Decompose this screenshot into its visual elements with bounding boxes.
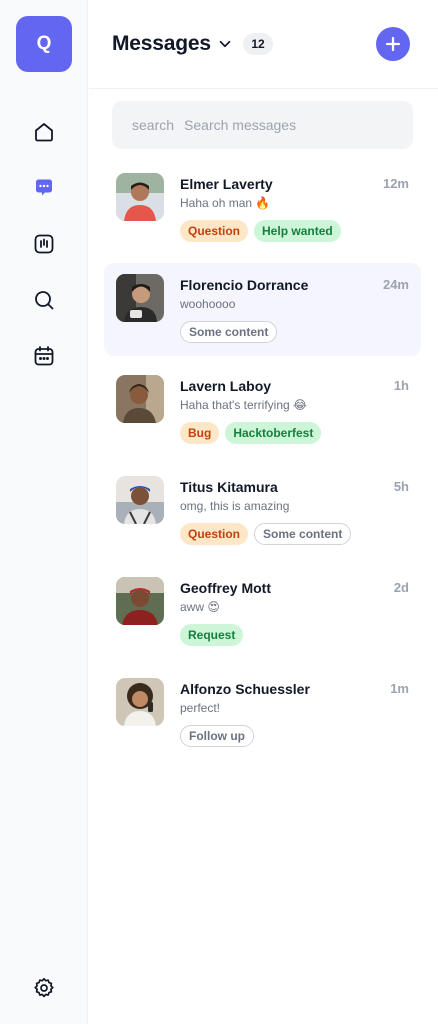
tag-list: Question Help wanted xyxy=(180,220,341,242)
calendar-icon[interactable] xyxy=(30,342,58,370)
timestamp: 1h xyxy=(393,378,409,393)
contact-name: Alfonzo Schuessler xyxy=(180,681,310,697)
conversation-item[interactable]: Elmer Laverty 12m Haha oh man 🔥 Question… xyxy=(104,162,421,255)
message-count-badge: 12 xyxy=(243,33,273,55)
contact-name: Titus Kitamura xyxy=(180,479,278,495)
tag-badge[interactable]: Question xyxy=(180,220,249,242)
contact-name: Florencio Dorrance xyxy=(180,277,309,293)
conversation-item[interactable]: Geoffrey Mott 2d aww 😍 Request xyxy=(104,566,421,659)
contact-name: Elmer Laverty xyxy=(180,176,273,192)
voice-icon[interactable] xyxy=(30,230,58,258)
home-icon[interactable] xyxy=(30,118,58,146)
tag-badge[interactable]: Question xyxy=(180,523,249,545)
messages-header: Messages 12 xyxy=(89,0,438,89)
tag-list: Follow up xyxy=(180,725,254,747)
message-preview: aww 😍 xyxy=(180,600,220,614)
timestamp: 24m xyxy=(382,277,409,292)
avatar xyxy=(116,577,164,625)
message-preview: Haha oh man 🔥 xyxy=(180,196,271,210)
avatar xyxy=(116,678,164,726)
tag-badge[interactable]: Help wanted xyxy=(254,220,341,242)
avatar xyxy=(116,274,164,322)
conversation-item[interactable]: Alfonzo Schuessler 1m perfect! Follow up xyxy=(104,667,421,760)
message-preview: Haha that's terrifying 😂 xyxy=(180,398,308,412)
timestamp: 1m xyxy=(390,681,409,696)
app-logo[interactable]: Q xyxy=(16,16,72,72)
timestamp: 2d xyxy=(393,580,409,595)
chevron-down-icon[interactable] xyxy=(216,35,234,53)
tag-badge[interactable]: Some content xyxy=(180,321,278,343)
contact-name: Geoffrey Mott xyxy=(180,580,271,596)
tag-badge[interactable]: Hacktoberfest xyxy=(225,422,322,444)
tag-list: Some content xyxy=(180,321,278,343)
avatar xyxy=(116,476,164,524)
messages-panel: Messages 12 search Search messages Elmer… xyxy=(89,0,438,1024)
messages-icon[interactable] xyxy=(30,174,58,202)
search-bar[interactable]: search xyxy=(112,101,413,149)
conversation-item[interactable]: Lavern Laboy 1h Haha that's terrifying 😂… xyxy=(104,364,421,457)
message-preview: woohoooo xyxy=(180,297,236,311)
page-title: Messages xyxy=(112,32,211,55)
tag-badge[interactable]: Request xyxy=(180,624,244,646)
avatar xyxy=(116,173,164,221)
avatar xyxy=(116,375,164,423)
tag-list: Bug Hacktoberfest xyxy=(180,422,322,444)
search-input[interactable] xyxy=(184,117,385,133)
new-message-button[interactable] xyxy=(376,27,410,61)
conversation-item[interactable]: Titus Kitamura 5h omg, this is amazing Q… xyxy=(104,465,421,558)
contact-name: Lavern Laboy xyxy=(180,378,272,394)
plus-icon xyxy=(385,36,401,52)
timestamp: 12m xyxy=(382,176,409,191)
search-icon[interactable] xyxy=(30,286,58,314)
tag-badge[interactable]: Follow up xyxy=(180,725,254,747)
conversation-item[interactable]: Florencio Dorrance 24m woohoooo Some con… xyxy=(104,263,421,356)
message-preview: omg, this is amazing xyxy=(180,499,290,513)
tag-list: Question Some content xyxy=(180,523,352,545)
timestamp: 5h xyxy=(393,479,409,494)
message-preview: perfect! xyxy=(180,701,221,715)
search-label: search xyxy=(132,117,175,133)
tag-list: Request xyxy=(180,624,244,646)
logo-letter: Q xyxy=(36,33,52,54)
tag-badge[interactable]: Bug xyxy=(180,422,220,444)
tag-badge[interactable]: Some content xyxy=(254,523,352,545)
gear-icon[interactable] xyxy=(30,974,58,1002)
sidebar: Q xyxy=(0,0,88,1024)
